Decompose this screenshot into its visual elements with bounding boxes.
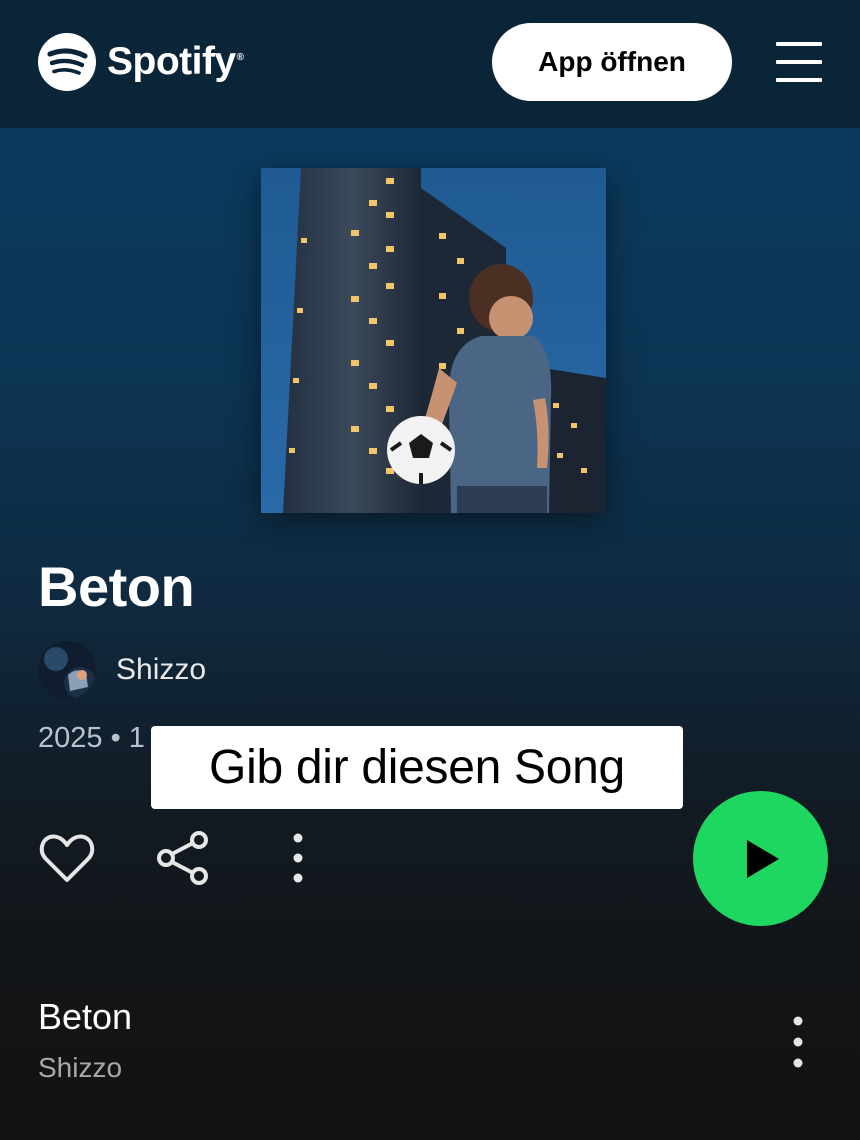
play-icon — [746, 839, 779, 878]
artist-avatar[interactable] — [38, 641, 96, 699]
play-button[interactable] — [693, 791, 828, 926]
heart-icon[interactable] — [38, 830, 96, 886]
release-meta: 2025 • 1 — [38, 722, 145, 754]
hamburger-menu-icon[interactable] — [776, 40, 822, 84]
caption-overlay: Gib dir diesen Song — [151, 726, 683, 809]
open-app-button[interactable]: App öffnen — [492, 23, 732, 101]
spotify-logo-icon — [38, 33, 96, 91]
track-row-title: Beton — [38, 996, 133, 1037]
track-title: Beton — [38, 555, 195, 618]
track-more-options-icon[interactable] — [784, 1014, 812, 1070]
track-row-artist[interactable]: Shizzo — [38, 1052, 122, 1084]
track-row[interactable]: Beton Shizzo — [38, 996, 828, 1096]
album-cover — [261, 168, 606, 513]
share-icon[interactable] — [155, 830, 211, 886]
top-bar: Spotify® App öffnen — [0, 0, 860, 128]
artist-name[interactable]: Shizzo — [116, 653, 206, 687]
artist-link[interactable]: Shizzo — [38, 641, 206, 699]
brand-registered-mark: ® — [236, 52, 244, 63]
more-options-icon[interactable] — [283, 830, 313, 886]
brand-name: Spotify® — [107, 40, 244, 83]
spotify-logo[interactable]: Spotify® — [38, 33, 244, 91]
